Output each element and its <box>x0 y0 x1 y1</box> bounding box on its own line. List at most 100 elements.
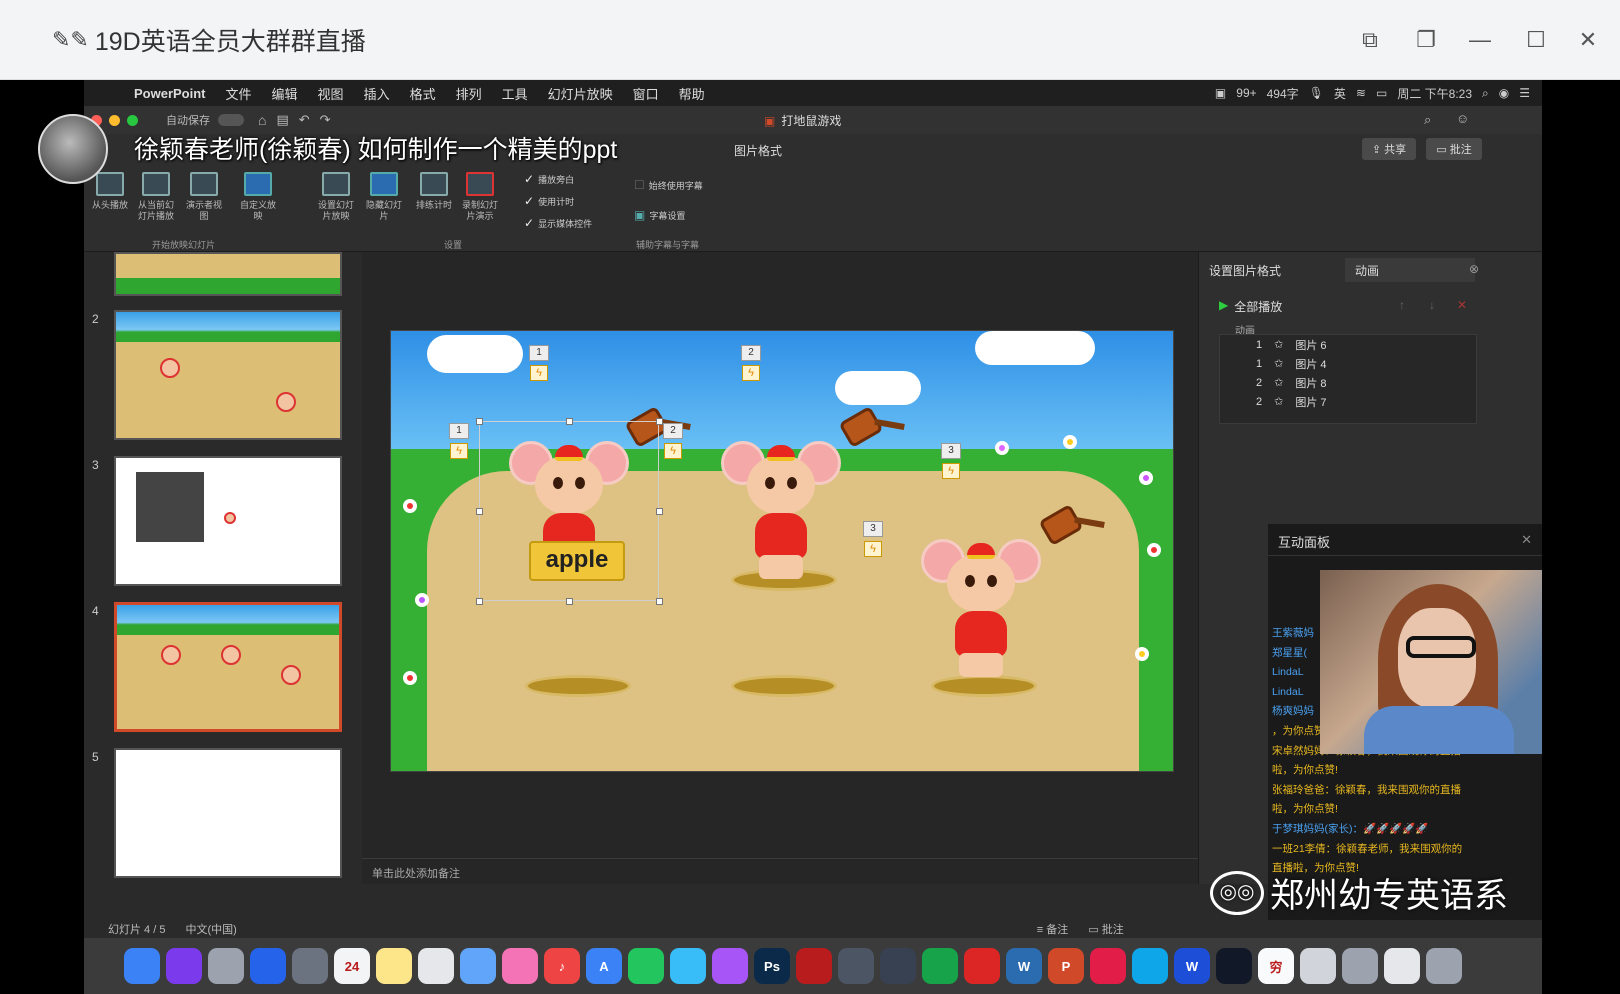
dock-app-icon[interactable]: A <box>586 948 622 984</box>
tab-animation[interactable]: 动画 <box>1345 258 1475 282</box>
dock-app-icon[interactable] <box>418 948 454 984</box>
slide-thumbnail-1[interactable] <box>114 252 342 296</box>
resize-handle[interactable] <box>656 508 663 515</box>
dock-app-icon[interactable]: W <box>1174 948 1210 984</box>
dock-app-icon[interactable] <box>166 948 202 984</box>
play-all-button[interactable]: ▶ 全部播放 <box>1219 298 1282 315</box>
dock-app-icon[interactable] <box>250 948 286 984</box>
resize-handle[interactable] <box>656 598 663 605</box>
dock-app-icon[interactable] <box>460 948 496 984</box>
menu-edit[interactable]: 编辑 <box>262 84 308 103</box>
menu-format[interactable]: 格式 <box>400 84 446 103</box>
dock-app-icon[interactable]: 24 <box>334 948 370 984</box>
language-indicator[interactable]: 中文(中国) <box>185 921 236 937</box>
dock-app-icon[interactable]: 穷 <box>1258 948 1294 984</box>
animation-order-tag[interactable]: 3 <box>863 521 883 537</box>
menu-help[interactable]: 帮助 <box>669 84 715 103</box>
dock-app-icon[interactable] <box>1384 948 1420 984</box>
rehearse-button[interactable]: 排练计时 <box>412 172 456 211</box>
animation-trigger-icon[interactable]: ϟ <box>942 463 960 479</box>
pip-icon[interactable]: ⧉ <box>1352 22 1388 58</box>
spotlight-icon[interactable]: ⌕ <box>1482 86 1489 101</box>
input-language[interactable]: 英 <box>1334 85 1346 102</box>
close-pane-icon[interactable]: ⊗ <box>1469 262 1479 276</box>
screen-icon[interactable]: ▣ <box>1215 86 1226 100</box>
redo-icon[interactable]: ↷ <box>320 112 331 128</box>
menubar-clock[interactable]: 周二 下午8:23 <box>1397 85 1472 102</box>
move-down-icon[interactable]: ↓ <box>1429 298 1435 312</box>
dock-app-icon[interactable] <box>922 948 958 984</box>
wifi-icon[interactable]: ≋ <box>1356 86 1366 100</box>
notes-toggle[interactable]: ≡ 备注 <box>1037 921 1068 937</box>
restore-icon[interactable]: ❐ <box>1408 22 1444 58</box>
dock-app-icon[interactable] <box>1132 948 1168 984</box>
animation-order-tag[interactable]: 2 <box>663 423 683 439</box>
dock-app-icon[interactable]: ♪ <box>544 948 580 984</box>
tab-picture-format[interactable]: 图片格式 <box>734 142 782 159</box>
dock-app-icon[interactable]: W <box>1006 948 1042 984</box>
hide-slide-button[interactable]: 隐藏幻灯片 <box>362 172 406 222</box>
menu-file[interactable]: 文件 <box>216 84 262 103</box>
dock-app-icon[interactable] <box>208 948 244 984</box>
resize-handle[interactable] <box>476 508 483 515</box>
autosave-toggle[interactable] <box>218 114 244 126</box>
animation-row[interactable]: 2 ✩ 图片 8 <box>1220 373 1476 392</box>
from-current-button[interactable]: 从当前幻灯片播放 <box>134 172 178 222</box>
animation-order-tag[interactable]: 3 <box>941 443 961 459</box>
slide-thumbnail-5[interactable] <box>114 748 342 878</box>
always-subtitles-checkbox[interactable]: ☐ 始终使用字幕 <box>634 178 703 192</box>
smiley-icon[interactable]: ☺ <box>1456 111 1469 126</box>
siri-icon[interactable]: ◉ <box>1499 86 1509 100</box>
word-card[interactable]: apple <box>529 541 625 581</box>
comment-button[interactable]: ▭ 批注 <box>1426 138 1482 160</box>
animation-trigger-icon[interactable]: ϟ <box>864 541 882 557</box>
minimize-dot-icon[interactable] <box>109 114 120 126</box>
notification-badge[interactable]: 99+ <box>1236 86 1256 100</box>
dock-app-icon[interactable] <box>124 948 160 984</box>
move-up-icon[interactable]: ↑ <box>1399 298 1405 312</box>
custom-show-button[interactable]: 自定义放映 <box>236 172 280 222</box>
menu-list-icon[interactable]: ☰ <box>1519 86 1530 100</box>
zoom-dot-icon[interactable] <box>127 114 138 126</box>
mic-icon[interactable]: 🎙 <box>1309 86 1324 100</box>
menu-window[interactable]: 窗口 <box>623 84 669 103</box>
dock-app-icon[interactable] <box>796 948 832 984</box>
dock-app-icon[interactable] <box>502 948 538 984</box>
dock-app-icon[interactable] <box>1090 948 1126 984</box>
menu-tools[interactable]: 工具 <box>492 84 538 103</box>
dock-app-icon[interactable] <box>376 948 412 984</box>
dock-app-icon[interactable] <box>670 948 706 984</box>
animation-row[interactable]: 1 ✩ 图片 4 <box>1220 354 1476 373</box>
resize-handle[interactable] <box>566 598 573 605</box>
save-icon[interactable]: ▤ <box>276 112 288 128</box>
delete-animation-icon[interactable]: ✕ <box>1457 298 1467 312</box>
presenter-view-button[interactable]: 演示者视图 <box>182 172 226 222</box>
dock-app-icon[interactable]: P <box>1048 948 1084 984</box>
from-start-button[interactable]: 从头播放 <box>88 172 132 211</box>
battery-icon[interactable]: ▭ <box>1376 86 1387 100</box>
dock-app-icon[interactable]: Ps <box>754 948 790 984</box>
dock-app-icon[interactable] <box>1216 948 1252 984</box>
dock-app-icon[interactable] <box>712 948 748 984</box>
record-button[interactable]: 录制幻灯片演示 <box>458 172 502 222</box>
close-panel-icon[interactable]: ✕ <box>1521 532 1532 548</box>
animation-order-tag[interactable]: 1 <box>529 345 549 361</box>
animation-row[interactable]: 2 ✩ 图片 7 <box>1220 392 1476 411</box>
menu-app[interactable]: PowerPoint <box>124 86 216 101</box>
undo-icon[interactable]: ↶ <box>299 112 310 128</box>
slide-thumbnail-2[interactable] <box>114 310 342 440</box>
resize-handle[interactable] <box>476 418 483 425</box>
animation-order-tag[interactable]: 2 <box>741 345 761 361</box>
maximize-button[interactable]: ☐ <box>1518 22 1554 58</box>
dock-app-icon[interactable] <box>880 948 916 984</box>
subtitle-settings-button[interactable]: ▣ 字幕设置 <box>634 208 685 222</box>
dock-app-icon[interactable] <box>1300 948 1336 984</box>
animation-trigger-icon[interactable]: ϟ <box>450 443 468 459</box>
resize-handle[interactable] <box>476 598 483 605</box>
animation-order-tag[interactable]: 1 <box>449 423 469 439</box>
slide-canvas[interactable]: apple 1 ϟ 2 ϟ 1 ϟ 2 ϟ 3 ϟ 3 ϟ <box>390 330 1174 772</box>
dock-app-icon[interactable] <box>1342 948 1378 984</box>
share-button[interactable]: ⇪ 共享 <box>1362 138 1416 160</box>
dock-app-icon[interactable] <box>838 948 874 984</box>
resize-handle[interactable] <box>566 418 573 425</box>
